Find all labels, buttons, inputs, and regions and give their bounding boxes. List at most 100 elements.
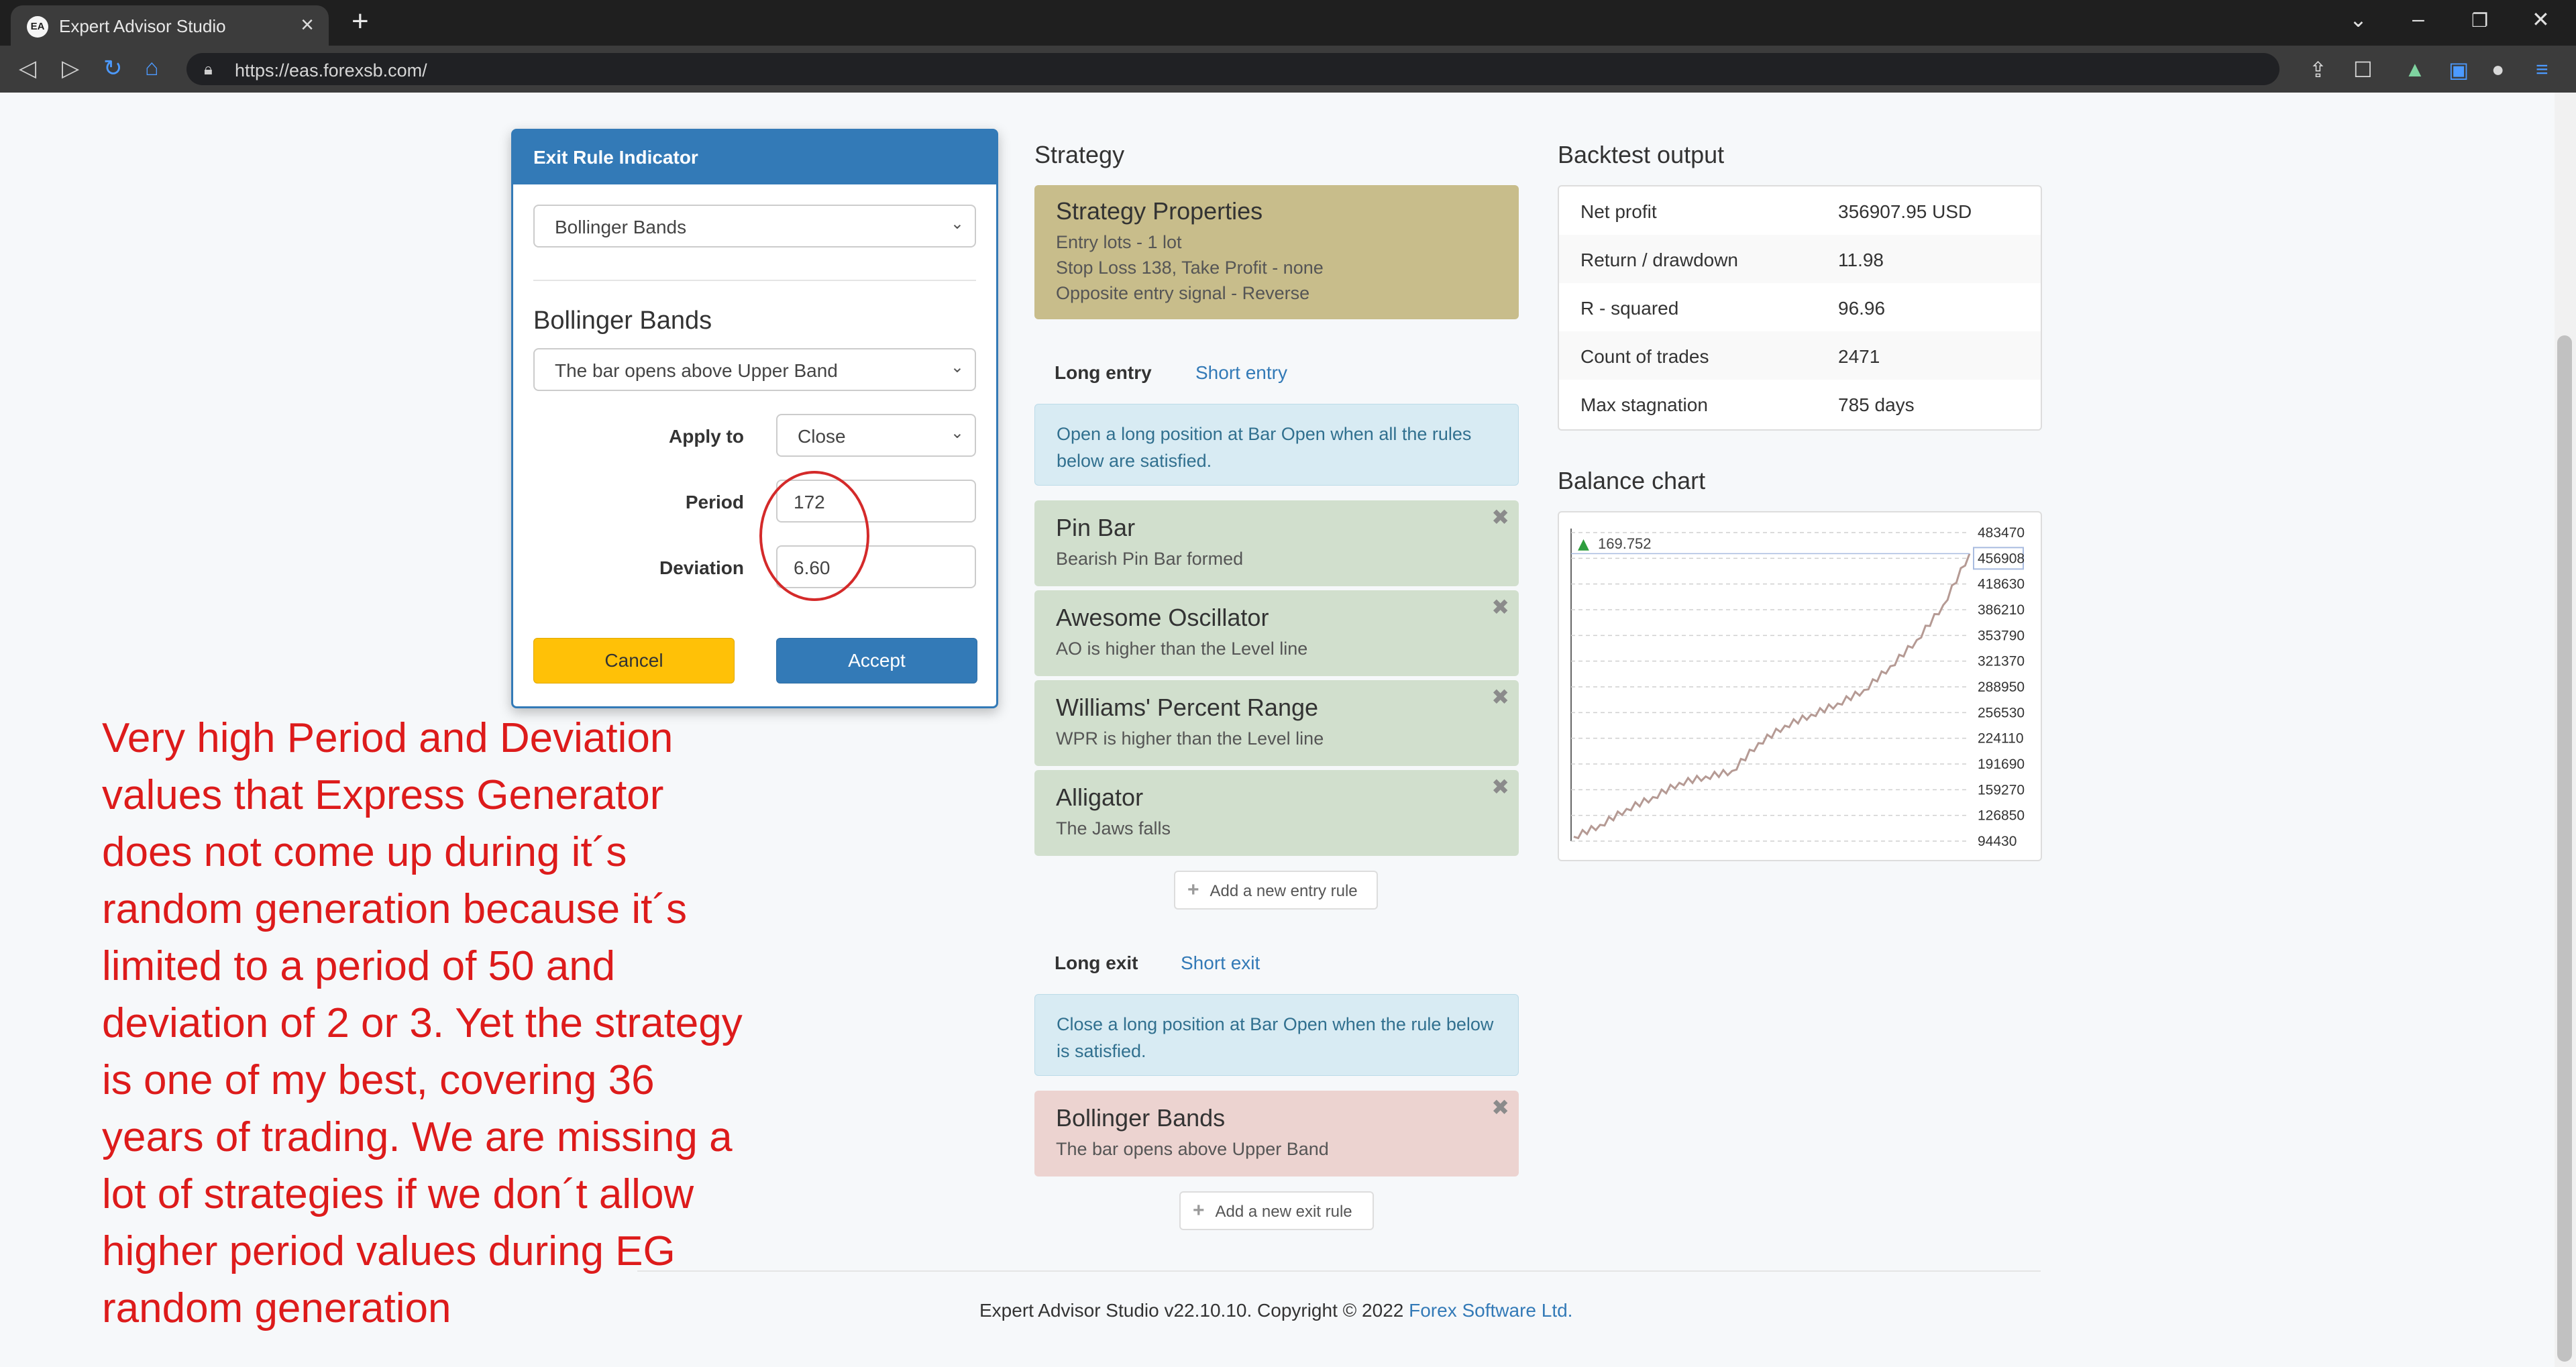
indicator-select[interactable]: Bollinger Bands ⌄ xyxy=(533,205,976,248)
chevron-down-icon: ⌄ xyxy=(950,424,964,442)
y-tick-label: 483470 xyxy=(1978,525,2025,541)
reload-icon[interactable]: ↻ xyxy=(103,55,123,82)
entry-rule-card[interactable]: Alligator The Jaws falls ✖ xyxy=(1034,770,1519,856)
property-line: Opposite entry signal - Reverse xyxy=(1056,283,1310,303)
extension-icon[interactable]: ▲ xyxy=(2404,57,2426,82)
chevron-down-icon: ⌄ xyxy=(950,358,964,376)
home-icon[interactable]: ⌂ xyxy=(145,55,159,81)
browser-toolbar: ◁ ▷ ↻ ⌂ 🔒︎ https://eas.forexsb.com/ ⇪ ☐ … xyxy=(0,46,2576,93)
forward-icon[interactable]: ▷ xyxy=(62,55,79,82)
y-tick-label: 418630 xyxy=(1978,577,2025,592)
minimize-icon[interactable]: – xyxy=(2412,7,2424,32)
remove-rule-icon[interactable]: ✖ xyxy=(1491,684,1509,710)
y-tick-label: 256530 xyxy=(1978,705,2025,720)
strategy-properties-title: Strategy Properties xyxy=(1056,197,1263,225)
new-tab-icon[interactable]: + xyxy=(352,7,369,36)
apply-to-value: Close xyxy=(798,426,846,447)
metric-label: Net profit xyxy=(1580,201,1657,222)
browser-titlebar: EA Expert Advisor Studio × + ⌄ – ❐ ✕ xyxy=(0,0,2576,46)
up-triangle-icon: ▲ xyxy=(1578,536,1589,553)
profile-icon[interactable]: ● xyxy=(2491,57,2504,82)
tab-search-icon[interactable]: ⌄ xyxy=(2349,7,2367,32)
indicator-select-value: Bollinger Bands xyxy=(555,217,687,237)
tab-long-entry[interactable]: Long entry xyxy=(1055,362,1152,384)
rule-select[interactable]: The bar opens above Upper Band ⌄ xyxy=(533,348,976,391)
entry-rule-card[interactable]: Williams' Percent Range WPR is higher th… xyxy=(1034,680,1519,766)
rule-name: Bollinger Bands xyxy=(1056,1104,1226,1132)
table-row: Max stagnation 785 days xyxy=(1559,380,2041,428)
metric-value: 785 days xyxy=(1838,394,1915,415)
rule-desc: The Jaws falls xyxy=(1056,818,1171,838)
entry-rule-card[interactable]: Pin Bar Bearish Pin Bar formed ✖ xyxy=(1034,500,1519,586)
remove-rule-icon[interactable]: ✖ xyxy=(1491,774,1509,800)
apply-to-select[interactable]: Close ⌄ xyxy=(776,414,976,457)
dialog-title: Exit Rule Indicator xyxy=(533,147,698,168)
chevron-down-icon: ⌄ xyxy=(950,215,964,233)
bookmark-icon[interactable]: ☐ xyxy=(2353,57,2373,83)
rule-desc: WPR is higher than the Level line xyxy=(1056,728,1324,749)
rule-desc: The bar opens above Upper Band xyxy=(1056,1139,1329,1159)
balance-chart: 483470 456908 418630 386210 353790 321370 2889… xyxy=(1570,525,2025,849)
remove-rule-icon[interactable]: ✖ xyxy=(1491,594,1509,620)
menu-icon[interactable]: ≡ xyxy=(2536,57,2548,82)
table-row: R - squared 96.96 xyxy=(1559,283,2041,331)
footer-divider xyxy=(637,1270,2041,1272)
sidepanel-icon[interactable]: ▣ xyxy=(2449,57,2469,83)
y-tick-label: 191690 xyxy=(1978,757,2025,772)
rule-select-value: The bar opens above Upper Band xyxy=(555,360,838,381)
cancel-button[interactable]: Cancel xyxy=(533,638,735,684)
url-text[interactable]: https://eas.forexsb.com/ xyxy=(235,60,427,81)
remove-rule-icon[interactable]: ✖ xyxy=(1491,504,1509,530)
metric-label: Max stagnation xyxy=(1580,394,1708,415)
table-row: Count of trades 2471 xyxy=(1559,331,2041,380)
metric-value: 11.98 xyxy=(1838,250,1884,270)
balance-chart-panel: 483470 456908 418630 386210 353790 321370 2889… xyxy=(1558,511,2042,861)
address-bar[interactable]: 🔒︎ https://eas.forexsb.com/ xyxy=(186,53,2279,85)
metric-label: Return / drawdown xyxy=(1580,250,1739,270)
table-row: Return / drawdown 11.98 xyxy=(1559,235,2041,283)
annotation-text: Very high Period and Deviation values th… xyxy=(102,715,743,1331)
rule-desc: Bearish Pin Bar formed xyxy=(1056,549,1244,569)
metric-value: 356907.95 USD xyxy=(1838,201,1972,222)
accept-button[interactable]: Accept xyxy=(776,638,977,684)
y-tick-label: 159270 xyxy=(1978,782,2025,798)
window-close-icon[interactable]: ✕ xyxy=(2532,7,2550,32)
scrollbar-thumb[interactable] xyxy=(2557,335,2572,1362)
period-label: Period xyxy=(685,492,744,512)
strategy-properties-card[interactable]: Strategy Properties Entry lots - 1 lot S… xyxy=(1034,185,1519,319)
exit-info-text: Close a long position at Bar Open when t… xyxy=(1057,1014,1494,1061)
share-icon[interactable]: ⇪ xyxy=(2309,57,2327,83)
tab-close-icon[interactable]: × xyxy=(301,12,314,38)
rule-name: Pin Bar xyxy=(1056,514,1136,541)
lock-icon: 🔒︎ xyxy=(204,60,213,78)
indicator-name: Bollinger Bands xyxy=(533,307,712,335)
footer-link[interactable]: Forex Software Ltd. xyxy=(1409,1300,1572,1321)
y-tick-label: 126850 xyxy=(1978,808,2025,824)
annotation-circle xyxy=(759,471,869,601)
metric-value: 2471 xyxy=(1838,346,1880,367)
remove-rule-icon[interactable]: ✖ xyxy=(1491,1095,1509,1120)
exit-rule-card[interactable]: Bollinger Bands The bar opens above Uppe… xyxy=(1034,1091,1519,1177)
add-exit-rule-button[interactable]: + Add a new exit rule xyxy=(1179,1191,1374,1230)
entry-rule-card[interactable]: Awesome Oscillator AO is higher than the… xyxy=(1034,590,1519,676)
property-line: Stop Loss 138, Take Profit - none xyxy=(1056,258,1324,278)
backtest-title: Backtest output xyxy=(1558,141,1725,168)
tab-short-entry[interactable]: Short entry xyxy=(1195,362,1287,384)
browser-tab[interactable]: EA Expert Advisor Studio × xyxy=(11,5,329,46)
add-entry-rule-button[interactable]: + Add a new entry rule xyxy=(1174,871,1378,910)
tab-long-exit[interactable]: Long exit xyxy=(1055,952,1138,974)
entry-info-text: Open a long position at Bar Open when al… xyxy=(1057,424,1472,471)
restore-icon[interactable]: ❐ xyxy=(2471,9,2488,32)
back-icon[interactable]: ◁ xyxy=(19,55,36,82)
plus-icon: + xyxy=(1187,879,1199,901)
strategy-title: Strategy xyxy=(1034,141,1125,168)
chart-stat-label: 169.752 xyxy=(1598,535,1652,552)
y-tick-label: 224110 xyxy=(1978,731,2024,747)
tab-short-exit[interactable]: Short exit xyxy=(1181,952,1260,974)
backtest-table: Net profit 356907.95 USD Return / drawdo… xyxy=(1558,185,2042,431)
exit-rule-dialog: Exit Rule Indicator Bollinger Bands ⌄ Bo… xyxy=(511,129,998,708)
metric-value: 96.96 xyxy=(1838,298,1886,319)
y-tick-label: 321370 xyxy=(1978,654,2025,669)
metric-label: R - squared xyxy=(1580,298,1679,319)
balance-chart-title: Balance chart xyxy=(1558,467,1706,494)
